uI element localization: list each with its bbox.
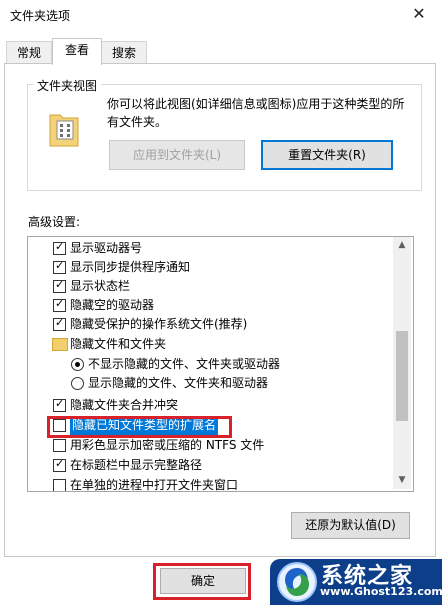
list-item-label: 在单独的进程中打开文件夹窗口 <box>70 478 239 492</box>
checkbox-unchecked[interactable] <box>53 419 66 432</box>
list-item-label: 隐藏空的驱动器 <box>70 298 155 312</box>
list-item-label: 用彩色显示加密或压缩的 NTFS 文件 <box>70 438 265 452</box>
radio-dot-icon <box>75 362 80 367</box>
watermark-url: www.Ghost123.com <box>320 585 442 598</box>
advanced-settings-list[interactable]: ✓ 显示驱动器号 ✓ 显示同步提供程序通知 ✓ 显示状态栏 ✓ 隐藏空的驱动器 ✓ 隐藏受保护的操… <box>27 236 414 492</box>
tab-general[interactable]: 常规 <box>6 41 52 64</box>
check-icon: ✓ <box>55 457 65 470</box>
checkbox-checked[interactable]: ✓ <box>53 397 66 412</box>
list-item-label: 隐藏受保护的操作系统文件(推荐) <box>70 317 248 331</box>
list-item-label: 不显示隐藏的文件、文件夹或驱动器 <box>88 357 281 371</box>
folder-icon <box>48 110 80 148</box>
check-icon: ✓ <box>55 316 65 329</box>
list-item-label: 显示状态栏 <box>70 279 131 293</box>
scrollbar-thumb[interactable] <box>396 331 408 421</box>
reset-folders-button[interactable]: 重置文件夹(R) <box>261 140 393 170</box>
list-item-label: 显示驱动器号 <box>70 241 143 255</box>
check-icon: ✓ <box>55 278 65 291</box>
radio-unselected[interactable] <box>71 377 84 390</box>
checkbox-unchecked[interactable] <box>53 479 66 491</box>
folder-views-legend: 文件夹视图 <box>33 77 102 94</box>
tab-search[interactable]: 搜索 <box>101 41 147 64</box>
checkbox-checked[interactable]: ✓ <box>53 297 66 312</box>
tab-view[interactable]: 查看 <box>52 38 102 65</box>
checkbox-checked[interactable]: ✓ <box>53 259 66 274</box>
list-item-label: 显示同步提供程序通知 <box>70 260 191 274</box>
watermark-logo-icon <box>277 562 317 602</box>
folder-icon <box>52 338 68 351</box>
list-item-label: 在标题栏中显示完整路径 <box>70 458 203 472</box>
scroll-up-icon[interactable]: ▲ <box>393 237 411 254</box>
ok-button[interactable]: 确定 <box>160 568 246 594</box>
checkbox-checked[interactable]: ✓ <box>53 240 66 255</box>
restore-defaults-button[interactable]: 还原为默认值(D) <box>291 512 410 539</box>
check-icon: ✓ <box>55 297 65 310</box>
scroll-down-icon[interactable]: ▼ <box>393 472 411 489</box>
folder-views-description: 你可以将此视图(如详细信息或图标)应用于这种类型的所有文件夹。 <box>107 97 405 129</box>
checkbox-checked[interactable]: ✓ <box>53 278 66 293</box>
radio-selected[interactable] <box>71 358 84 371</box>
checkbox-checked[interactable]: ✓ <box>53 316 66 331</box>
check-icon: ✓ <box>55 397 65 410</box>
list-item-label: 显示隐藏的文件、文件夹和驱动器 <box>88 376 269 390</box>
advanced-settings-label: 高级设置: <box>28 215 81 229</box>
list-item-label: 隐藏文件和文件夹 <box>70 337 167 351</box>
apply-to-folders-button[interactable]: 应用到文件夹(L) <box>109 140 245 170</box>
checkbox-checked[interactable]: ✓ <box>53 457 66 472</box>
list-item-label: 隐藏文件夹合并冲突 <box>70 398 179 412</box>
list-item-label: 隐藏已知文件类型的扩展名 <box>70 416 219 435</box>
close-icon[interactable]: ✕ <box>407 3 431 25</box>
window-title: 文件夹选项 <box>10 9 71 23</box>
check-icon: ✓ <box>55 259 65 272</box>
checkbox-unchecked[interactable] <box>53 439 66 452</box>
check-icon: ✓ <box>55 240 65 253</box>
